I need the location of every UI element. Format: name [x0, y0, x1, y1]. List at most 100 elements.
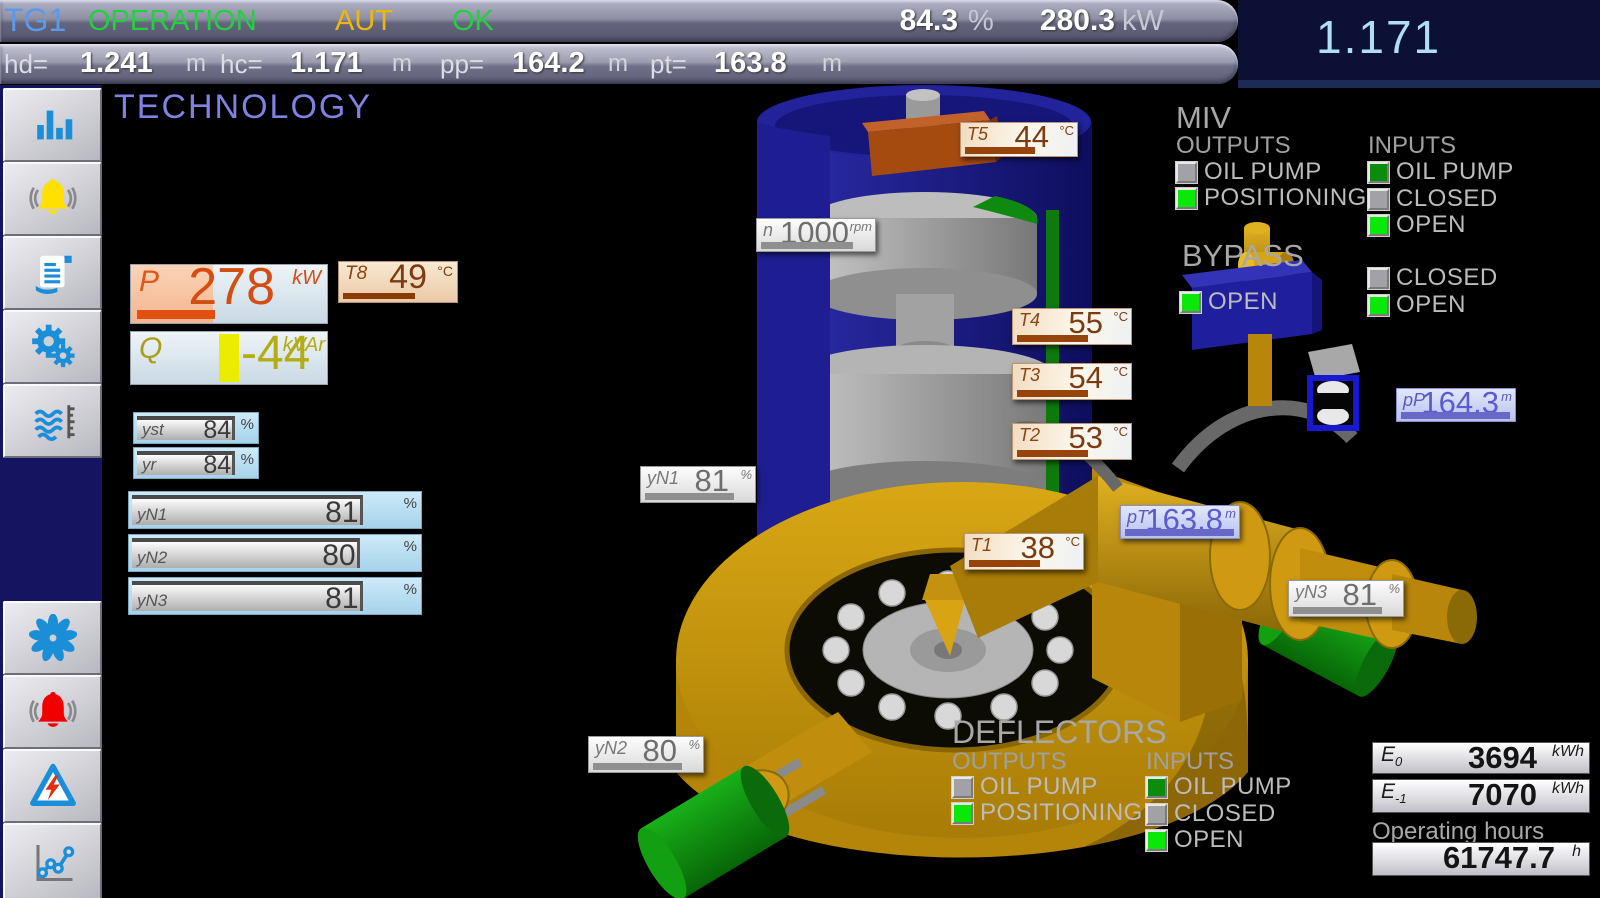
t8-value: 49 [389, 258, 427, 297]
yst-bar: yst 84 % [133, 412, 259, 444]
opening-value: 84.3 [880, 4, 958, 38]
energy-today-unit: kWh [1552, 743, 1584, 761]
indicator-light [1368, 189, 1389, 210]
pt-label: pt= [650, 49, 687, 80]
level-display-value: 1.171 [1316, 10, 1441, 64]
hc-value: 1.171 [290, 47, 363, 80]
alarm-bell-yellow-icon [29, 175, 77, 223]
sidebar-item-overview[interactable] [3, 88, 102, 162]
header-status-bar: TG1 OPERATION AUT OK 84.3 % 280.3 kW [0, 0, 1238, 42]
speed-label: n 1000 rpm [756, 218, 876, 252]
t1-temp-label: T1 38 °C [964, 533, 1084, 570]
sidebar-item-reports[interactable] [3, 236, 102, 310]
yn3-model-label: yN3 81 % [1288, 580, 1404, 617]
t8-label: T8 [345, 263, 367, 285]
hd-label: hd= [4, 49, 48, 80]
t8-temperature-gauge: T8 49 °C [338, 261, 458, 303]
yn3-bar: yN3 81 % [128, 577, 422, 615]
pp-value: 164.2 [512, 47, 585, 80]
hc-label: hc= [220, 49, 263, 80]
unit-name: TG1 [4, 2, 66, 39]
pt-value: 163.8 [714, 47, 787, 80]
reactive-unit: kVAr [283, 334, 325, 357]
operating-hours-unit: h [1572, 843, 1581, 861]
bypass-output-open: OPEN [1180, 290, 1278, 314]
status-ok: OK [452, 5, 494, 38]
opening-unit: % [968, 5, 994, 38]
miv-title: MIV [1176, 100, 1231, 136]
indicator-light [1368, 268, 1389, 289]
pp-label: pp= [440, 49, 484, 80]
bypass-input-open: OPEN [1368, 293, 1466, 317]
yst-bar-fill: yst 84 [137, 416, 235, 440]
energy-today-value: 3694 [1468, 740, 1537, 776]
energy-previous-unit: kWh [1552, 780, 1584, 798]
t4-temp-label: T4 55 °C [1012, 308, 1132, 345]
hc-unit: m [392, 50, 412, 78]
sidebar-item-trends[interactable] [3, 823, 102, 898]
alarm-bell-red-icon [29, 688, 77, 736]
sidebar [0, 85, 102, 898]
t8-unit: °C [437, 263, 453, 279]
sidebar-item-turbine[interactable] [3, 601, 102, 675]
power-unit: kW [1122, 5, 1164, 38]
electrical-fault-icon [29, 762, 77, 810]
sidebar-item-electrical[interactable] [3, 749, 102, 823]
penstock-pressure-label: pP 164.3 m [1396, 388, 1516, 422]
indicator-light [1146, 830, 1167, 851]
deflectors-input-closed: CLOSED [1146, 802, 1276, 826]
reactive-power-gauge: Q -44 kVAr [130, 331, 328, 385]
t8-bar [343, 293, 415, 299]
power-gauge-value: 278 [188, 257, 275, 317]
energy-today-panel: E0 3694 kWh [1372, 742, 1590, 774]
hmi-technology-screen: TG1 OPERATION AUT OK 84.3 % 280.3 kW hd=… [0, 0, 1600, 898]
indicator-light [952, 777, 973, 798]
deflectors-input-open: OPEN [1146, 828, 1244, 852]
indicator-light [952, 803, 973, 824]
sidebar-item-settings[interactable] [3, 310, 102, 384]
pt-unit: m [822, 50, 842, 78]
indicator-light [1146, 804, 1167, 825]
indicator-light [1176, 188, 1197, 209]
miv-output-oil-pump: OIL PUMP [1176, 160, 1322, 184]
energy-previous-value: 7070 [1468, 777, 1537, 813]
sidebar-item-alarms[interactable] [3, 162, 102, 236]
pp-unit: m [608, 50, 628, 78]
active-power-gauge: P 278 kW [130, 264, 328, 324]
operating-hours-panel: 61747.7 h [1372, 842, 1590, 876]
power-value: 280.3 [1005, 4, 1115, 38]
yr-bar-fill: yr 84 [137, 451, 235, 475]
bypass-input-closed: CLOSED [1368, 266, 1498, 290]
settings-gears-icon [30, 324, 76, 370]
control-mode: AUT [335, 5, 393, 38]
indicator-light [1368, 295, 1389, 316]
turbine-icon [29, 614, 77, 662]
operation-label: OPERATION [88, 5, 257, 38]
deflectors-outputs-heading: OUTPUTS [952, 748, 1067, 776]
report-icon [30, 250, 76, 296]
indicator-light [1180, 292, 1201, 313]
yr-bar: yr 84 % [133, 447, 259, 479]
miv-input-open: OPEN [1368, 213, 1466, 237]
operating-hours-value: 61747.7 [1443, 840, 1555, 876]
yn1-bar: yN1 81 % [128, 491, 422, 529]
header-measurement-bar: hd= 1.241 m hc= 1.171 m pp= 164.2 m pt= … [0, 44, 1238, 84]
miv-inputs-heading: INPUTS [1368, 132, 1456, 160]
yn2-bar-fill: yN2 80 [132, 538, 360, 568]
yn3-bar-fill: yN3 81 [132, 581, 363, 611]
sidebar-item-water-levels[interactable] [3, 384, 102, 458]
deflectors-title: DEFLECTORS [952, 714, 1167, 751]
power-gauge-unit: kW [292, 267, 321, 290]
reactive-zero-marker [219, 334, 239, 382]
miv-input-closed: CLOSED [1368, 187, 1498, 211]
sidebar-item-critical-alarms[interactable] [3, 675, 102, 749]
miv-output-positioning: POSITIONING [1176, 186, 1367, 210]
t5-temp-label: T5 44 °C [960, 122, 1078, 157]
page-title: TECHNOLOGY [114, 88, 372, 127]
deflectors-output-positioning: POSITIONING [952, 801, 1143, 825]
hd-unit: m [186, 50, 206, 78]
indicator-light [1368, 215, 1389, 236]
turbine-pressure-label: pT 163.8 m [1120, 505, 1240, 539]
yn2-bar: yN2 80 % [128, 534, 422, 572]
deflectors-output-oil-pump: OIL PUMP [952, 775, 1098, 799]
